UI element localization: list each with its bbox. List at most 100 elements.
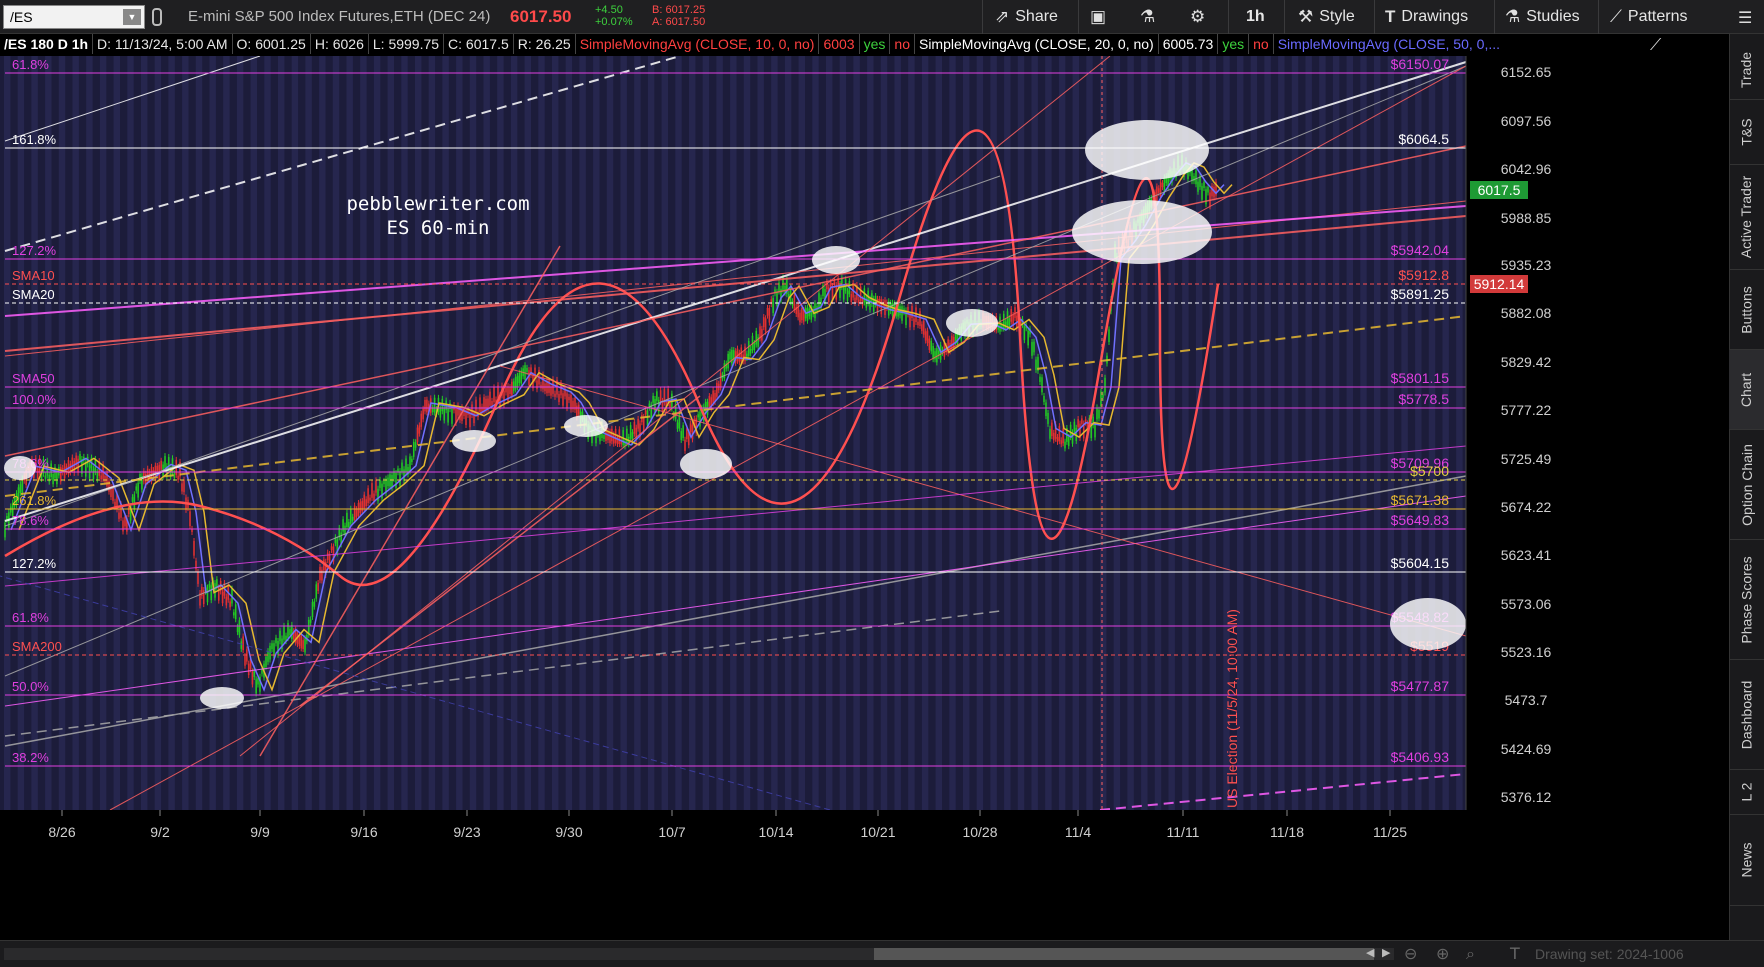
candle-body (365, 499, 367, 507)
candle-body (369, 497, 371, 501)
candle-body (52, 473, 54, 485)
legend-low: L: 5999.75 (367, 34, 443, 54)
candle-body (1203, 182, 1205, 188)
candle-body (740, 347, 743, 362)
text-tool-icon[interactable]: T (1510, 944, 1520, 963)
session-stripe (963, 56, 970, 810)
level-left-label: 161.8% (12, 132, 57, 147)
candle-body (577, 404, 580, 415)
candle-body (275, 637, 277, 644)
zoom-in-icon[interactable]: ⊕ (1436, 944, 1449, 963)
side-tab-label: L 2 (1738, 782, 1755, 802)
candle-body (633, 421, 636, 434)
price-tick-label: 5935.23 (1501, 257, 1552, 273)
price-tick-label: 5777.22 (1501, 402, 1552, 418)
drawing-cursor-icon[interactable]: ⟋ (1650, 35, 1676, 55)
candle-body (487, 398, 489, 409)
candle-body (319, 566, 321, 581)
side-tab-dashboard[interactable]: Dashboard (1729, 660, 1764, 770)
chevron-down-icon[interactable]: ▼ (123, 9, 141, 25)
candle-body (1039, 376, 1041, 382)
patterns-button[interactable]: ⟋ Patterns (1610, 0, 1688, 34)
session-stripe (1031, 56, 1038, 810)
candle-body (379, 479, 381, 488)
link-icon[interactable] (152, 8, 162, 26)
timeframe-label: 1h (1246, 8, 1265, 25)
symbol-selector[interactable]: /ES ▼ (3, 5, 145, 29)
timeframe-button[interactable]: 1h (1246, 0, 1265, 34)
candle-body (443, 408, 446, 421)
session-stripe (771, 56, 778, 810)
candle-body (104, 475, 106, 482)
zoom-out-icon[interactable]: ⊖ (1404, 944, 1417, 963)
candle-body (183, 479, 185, 493)
side-tab-phase-scores[interactable]: Phase Scores (1729, 540, 1764, 660)
legend-sma10-value: 6003 (818, 34, 858, 54)
scrollbar-thumb[interactable] (874, 948, 1374, 960)
candle-body (244, 656, 246, 666)
legend-yes: yes (1217, 34, 1248, 54)
highlight-ellipse (1390, 598, 1466, 650)
candle-body (447, 408, 449, 423)
candle-body (238, 620, 241, 635)
highlight-ellipse (1085, 120, 1209, 180)
level-left-label: 100.0% (12, 392, 57, 407)
session-stripe (716, 56, 723, 810)
camera-icon: ▣ (1090, 7, 1107, 26)
side-tab-chart[interactable]: Chart (1729, 350, 1764, 430)
scroll-right-icon[interactable]: ▶ (1382, 946, 1390, 959)
studies-button[interactable]: ⚗ Studies (1505, 0, 1580, 34)
candle-body (279, 630, 281, 642)
side-tab-buttons[interactable]: Buttons (1729, 270, 1764, 350)
candle-body (637, 418, 639, 429)
candle-body (749, 349, 752, 354)
candle-body (842, 287, 845, 300)
candle-body (133, 494, 136, 510)
candle-body (768, 308, 771, 323)
instrument-description: E-mini S&P 500 Index Futures,ETH (DEC 24… (188, 8, 491, 25)
session-stripe (401, 56, 408, 810)
flask-button[interactable]: ⚗ (1140, 0, 1155, 34)
price-tick-label: 5829.42 (1501, 354, 1552, 370)
drawings-button[interactable]: T Drawings (1385, 0, 1468, 34)
legend-sma10[interactable]: SimpleMovingAvg (CLOSE, 10, 0, no) (574, 34, 819, 54)
legend-symbol[interactable]: /ES 180 D 1h (0, 34, 92, 54)
top-toolbar: /ES ▼ E-mini S&P 500 Index Futures,ETH (… (0, 0, 1764, 34)
legend-sma20[interactable]: SimpleMovingAvg (CLOSE, 20, 0, no) (913, 34, 1158, 54)
candle-body (526, 367, 528, 372)
legend-sma50[interactable]: SimpleMovingAvg (CLOSE, 50, 0,... (1272, 34, 1504, 54)
settings-button[interactable]: ⚙ (1190, 0, 1205, 34)
candle-body (234, 604, 237, 620)
side-tab-trade[interactable]: Trade (1729, 40, 1764, 100)
scroll-left-icon[interactable]: ◀ (1366, 946, 1374, 959)
time-tick-label: 9/30 (555, 824, 582, 840)
share-button[interactable]: ⇗ Share (995, 0, 1058, 34)
candle-body (915, 307, 917, 322)
snapshot-button[interactable]: ▣ (1090, 0, 1106, 34)
time-tick-label: 9/23 (453, 824, 480, 840)
style-label: Style (1319, 8, 1355, 25)
price-chart[interactable]: 61.8% $6150.07 161.8% $6064.5 127.2% $5942.04… (0, 56, 1729, 940)
price-tick-label: 5882.08 (1501, 305, 1552, 321)
session-stripe (1332, 56, 1340, 810)
side-tab-option-chain[interactable]: Option Chain (1729, 430, 1764, 540)
candle-body (516, 375, 519, 388)
candle-body (644, 409, 647, 415)
candle-body (371, 483, 373, 498)
side-tab-t-s[interactable]: T&S (1729, 100, 1764, 165)
candle-body (753, 343, 756, 351)
toolbar-separator (1494, 0, 1495, 34)
toolbar-separator (982, 0, 983, 34)
text-tool-icon: T (1385, 7, 1396, 26)
candle-body (48, 474, 51, 482)
side-tab-active-trader[interactable]: Active Trader (1729, 165, 1764, 270)
side-tab-l-2[interactable]: L 2 (1729, 770, 1764, 815)
session-stripe (880, 56, 888, 810)
side-tab-news[interactable]: News (1729, 815, 1764, 906)
menu-icon[interactable]: ☰ (1738, 8, 1752, 27)
style-button[interactable]: ⚒ Style (1298, 0, 1355, 34)
session-stripe (1401, 56, 1408, 810)
zoom-fit-icon[interactable]: ⌕ (1466, 944, 1475, 964)
election-label: US Election (11/5/24, 10:00 AM) (1224, 609, 1240, 808)
session-stripe (702, 56, 710, 810)
